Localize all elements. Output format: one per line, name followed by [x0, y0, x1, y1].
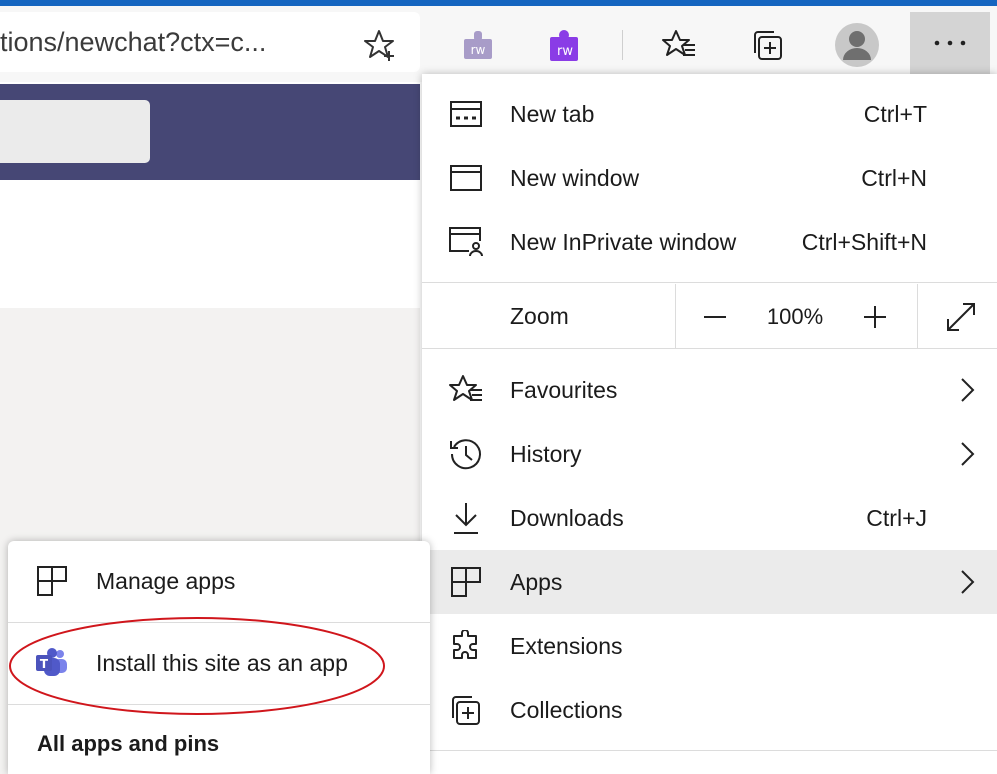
rw-puzzle-extension-icon[interactable]: rw — [540, 21, 588, 69]
zoom-out-button[interactable] — [698, 300, 732, 334]
profile-icon[interactable] — [833, 21, 881, 69]
full-screen-icon — [947, 303, 975, 331]
menu-item-label: Apps — [510, 568, 563, 595]
menu-item-label: Favourites — [510, 376, 618, 403]
download-icon — [448, 500, 484, 536]
chevron-right-icon — [961, 570, 975, 594]
inprivate-window-icon — [448, 224, 484, 260]
zoom-label: Zoom — [510, 302, 569, 329]
apps-icon — [448, 564, 484, 600]
menu-item-new-tab[interactable]: New tab Ctrl+T — [422, 82, 997, 146]
full-screen-button[interactable] — [943, 300, 979, 334]
menu-item-history[interactable]: History — [422, 422, 997, 486]
zoom-level: 100% — [766, 304, 824, 329]
menu-item-label: Extensions — [510, 632, 623, 659]
zoom-in-button[interactable] — [858, 300, 892, 334]
svg-text:rw: rw — [471, 43, 486, 57]
zoom-divider — [675, 284, 676, 348]
settings-and-more-button[interactable] — [910, 12, 990, 74]
menu-item-label: Downloads — [510, 504, 624, 531]
menu-shortcut: Ctrl+J — [866, 504, 927, 531]
menu-item-new-inprivate-window[interactable]: New InPrivate window Ctrl+Shift+N — [422, 210, 997, 274]
chevron-right-icon — [961, 378, 975, 402]
rw-extension-icon[interactable]: rw — [454, 21, 502, 69]
menu-item-label: New tab — [510, 100, 595, 127]
menu-item-apps[interactable]: Apps — [422, 550, 997, 614]
minus-icon — [704, 316, 726, 318]
manage-apps-item[interactable]: Manage apps — [8, 549, 430, 613]
page-search-box[interactable] — [0, 100, 150, 163]
manage-apps-label: Manage apps — [96, 567, 236, 594]
page-content-area — [0, 180, 420, 308]
svg-text:rw: rw — [557, 44, 573, 59]
extensions-icon — [448, 628, 484, 664]
chevron-right-icon — [961, 442, 975, 466]
menu-item-label: History — [510, 440, 582, 467]
address-bar-url[interactable]: tions/newchat?ctx=c... — [0, 12, 340, 72]
menu-item-extensions[interactable]: Extensions — [422, 614, 997, 678]
favourites-icon[interactable] — [655, 21, 703, 69]
menu-shortcut: Ctrl+T — [863, 100, 927, 127]
menu-item-favourites[interactable]: Favourites — [422, 358, 997, 422]
highlight-ellipse — [9, 617, 385, 715]
toolbar-divider — [622, 30, 623, 60]
menu-shortcut: Ctrl+Shift+N — [801, 228, 927, 255]
menu-separator — [422, 750, 997, 751]
add-to-favourites-icon[interactable] — [356, 21, 404, 69]
settings-and-more-menu: New tab Ctrl+T New window Ctrl+N New InP… — [422, 74, 997, 774]
menu-separator — [422, 282, 997, 283]
menu-item-label: New InPrivate window — [510, 228, 737, 255]
collections-icon[interactable] — [744, 21, 792, 69]
new-window-icon — [448, 160, 484, 196]
menu-item-collections[interactable]: Collections — [422, 678, 997, 742]
zoom-divider — [917, 284, 918, 348]
all-apps-heading: All apps and pins — [37, 731, 220, 756]
plus-icon — [864, 306, 886, 328]
new-tab-icon — [448, 96, 484, 132]
menu-item-label: Collections — [510, 696, 623, 723]
menu-shortcut: Ctrl+N — [861, 164, 927, 191]
history-icon — [448, 436, 484, 472]
favourites-icon — [448, 372, 484, 408]
collections-icon — [448, 692, 484, 728]
settings-and-more-icon — [934, 40, 966, 46]
menu-separator — [422, 348, 997, 349]
menu-item-downloads[interactable]: Downloads Ctrl+J — [422, 486, 997, 550]
menu-item-new-window[interactable]: New window Ctrl+N — [422, 146, 997, 210]
apps-icon — [34, 563, 70, 599]
menu-item-label: New window — [510, 164, 640, 191]
